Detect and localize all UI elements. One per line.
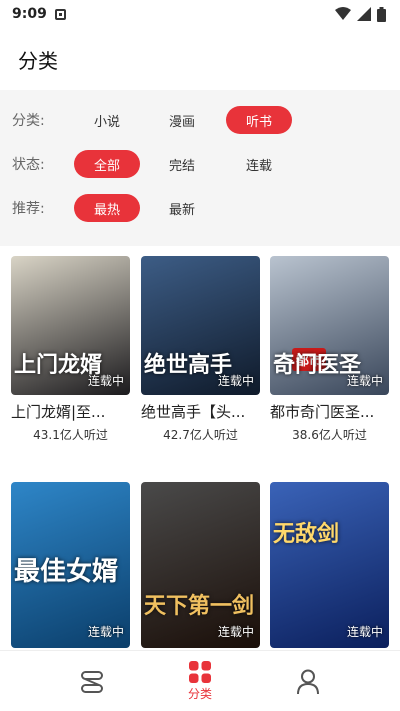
- status-badge: 连载中: [346, 374, 383, 388]
- signal-icon: [357, 7, 371, 21]
- cover-title-text: 天下第一剑: [144, 594, 255, 619]
- status-time: 9:09: [12, 6, 47, 22]
- battery-icon: [377, 6, 386, 22]
- cover-title-text: 最佳女婿: [14, 557, 119, 587]
- status-bar: 9:09: [0, 0, 400, 28]
- book-cover: 天下第一剑 连载中: [141, 482, 260, 648]
- app-bar: 分类: [0, 28, 400, 90]
- chip-completed[interactable]: 完结: [149, 150, 215, 178]
- chip-novel[interactable]: 小说: [74, 106, 140, 134]
- book-cover: 上门龙婿 连载中: [11, 256, 130, 395]
- chip-ongoing[interactable]: 连载: [226, 150, 292, 178]
- page-title: 分类: [18, 48, 58, 73]
- book-title: 上门龙婿|至...: [11, 403, 106, 421]
- book-title: 都市奇门医圣...: [270, 403, 375, 421]
- book-cover: 最佳女婿 连载中: [11, 482, 130, 648]
- book-card[interactable]: 绝世高手 连载中 绝世高手【头... 42.7亿人听过: [141, 256, 260, 443]
- filter-label-category: 分类:: [12, 113, 45, 129]
- wifi-icon: [335, 7, 351, 20]
- filter-label-recommend: 推荐:: [12, 201, 45, 217]
- chip-newest[interactable]: 最新: [149, 194, 215, 222]
- filter-label-status: 状态:: [12, 157, 45, 173]
- book-card[interactable]: 上门龙婿 连载中 上门龙婿|至... 43.1亿人听过: [11, 256, 130, 443]
- user-icon: [297, 669, 319, 694]
- chip-comic[interactable]: 漫画: [149, 106, 215, 134]
- chip-all[interactable]: 全部: [74, 150, 140, 178]
- book-card[interactable]: 最佳女婿 连载中: [11, 482, 130, 648]
- filter-panel: 分类: 小说 漫画 听书 状态: 全部 完结 连载 推荐: 最热 最新: [0, 98, 400, 238]
- nav-profile[interactable]: [268, 651, 348, 711]
- book-grid: 上门龙婿 连载中 上门龙婿|至... 43.1亿人听过 绝世高手 连载中 绝世高…: [0, 246, 400, 650]
- bookshelf-icon: [81, 670, 103, 693]
- category-grid-icon: [189, 661, 211, 683]
- filter-row-category: 分类: 小说 漫画 听书: [0, 104, 400, 136]
- status-badge: 连载中: [217, 374, 254, 388]
- listener-count: 38.6亿人听过: [292, 428, 367, 442]
- chip-audiobook[interactable]: 听书: [226, 106, 292, 134]
- book-cover: 无敌剑 连载中: [270, 482, 389, 648]
- book-cover: 都市 奇门医圣 连载中: [270, 256, 389, 395]
- book-card[interactable]: 天下第一剑 连载中: [141, 482, 260, 648]
- book-card[interactable]: 无敌剑 连载中: [270, 482, 389, 648]
- status-badge: 连载中: [217, 625, 254, 639]
- book-cover: 绝世高手 连载中: [141, 256, 260, 395]
- notification-icon: [54, 8, 66, 20]
- listener-count: 43.1亿人听过: [33, 428, 108, 442]
- cover-title-text: 无敌剑: [273, 522, 340, 547]
- filter-row-recommend: 推荐: 最热 最新: [0, 192, 400, 224]
- status-badge: 连载中: [346, 625, 383, 639]
- nav-category-label: 分类: [187, 687, 212, 701]
- filter-row-status: 状态: 全部 完结 连载: [0, 148, 400, 180]
- status-badge: 连载中: [87, 374, 124, 388]
- chip-hottest[interactable]: 最热: [74, 194, 140, 222]
- nav-bookshelf[interactable]: [52, 651, 132, 711]
- book-card[interactable]: 都市 奇门医圣 连载中 都市奇门医圣... 38.6亿人听过: [270, 256, 389, 443]
- status-badge: 连载中: [87, 625, 124, 639]
- listener-count: 42.7亿人听过: [163, 428, 238, 442]
- bottom-nav: 分类: [0, 650, 400, 711]
- nav-category[interactable]: 分类: [160, 651, 240, 711]
- book-title: 绝世高手【头...: [141, 403, 246, 421]
